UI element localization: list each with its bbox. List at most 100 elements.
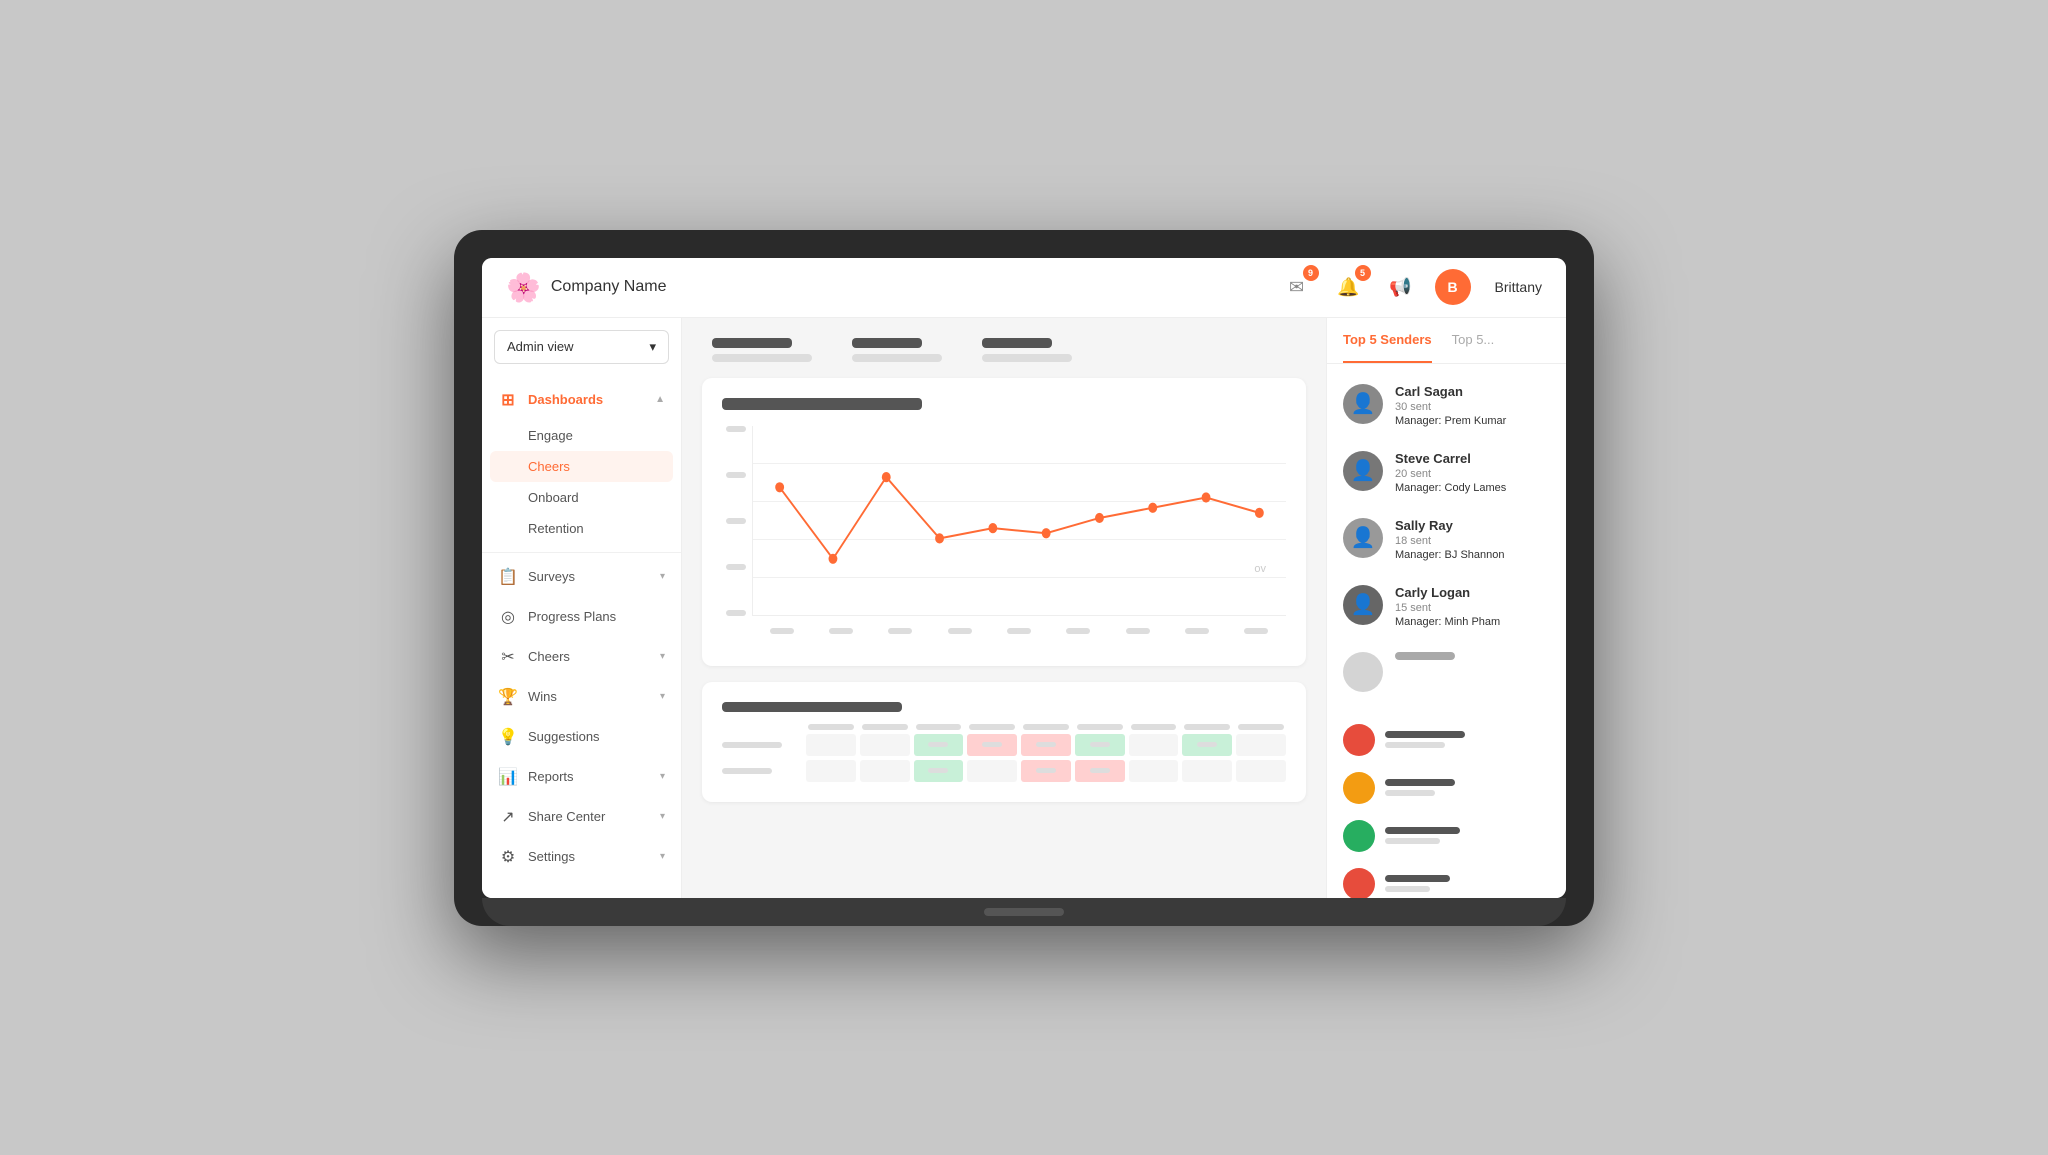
chevron-up-icon: ▲ bbox=[655, 394, 665, 405]
heatmap-col-h3 bbox=[916, 724, 962, 730]
tab-top5-other[interactable]: Top 5... bbox=[1452, 318, 1495, 363]
chevron-right-settings-icon: ▾ bbox=[660, 851, 665, 862]
heatmap-col-headers bbox=[722, 724, 1286, 730]
user-avatar[interactable]: B bbox=[1435, 269, 1471, 305]
b6-name-skel bbox=[1385, 779, 1455, 786]
manager-label-steve: Manager: bbox=[1395, 482, 1441, 494]
tab2-sub bbox=[852, 354, 942, 362]
bell-button[interactable]: 🔔 5 bbox=[1331, 269, 1367, 305]
sender-sent-carl: 30 sent bbox=[1395, 401, 1550, 413]
line-path bbox=[780, 477, 1260, 559]
sidebar-item-reports[interactable]: 📊 Reports ▾ bbox=[482, 757, 681, 797]
heatmap-row-2 bbox=[722, 760, 1286, 782]
dot-1 bbox=[775, 482, 784, 492]
chart-tab-2 bbox=[852, 338, 942, 362]
bottom-sender-7 bbox=[1327, 812, 1566, 860]
bottom-sender-8 bbox=[1327, 860, 1566, 898]
sidebar-sub-engage[interactable]: Engage bbox=[482, 420, 681, 451]
heatmap-r2c6 bbox=[1075, 760, 1125, 782]
x-label-3 bbox=[888, 628, 912, 634]
sidebar-item-progress-plans[interactable]: ◎ Progress Plans bbox=[482, 597, 681, 637]
chart-plot-area: ov bbox=[752, 426, 1286, 616]
sender-name-sally: Sally Ray bbox=[1395, 518, 1550, 533]
heatmap-r1c6 bbox=[1075, 734, 1125, 756]
manager-name-steve: Cody Lames bbox=[1445, 482, 1507, 494]
sender5-name-skel bbox=[1395, 652, 1455, 660]
sender-item-1: 👤 Carl Sagan 30 sent Manager: Prem Kumar bbox=[1327, 372, 1566, 439]
main-content: ov bbox=[682, 318, 1326, 898]
heatmap-r1c9 bbox=[1236, 734, 1286, 756]
bottom-avatar-5 bbox=[1343, 724, 1375, 756]
b7-sub-skel bbox=[1385, 838, 1440, 844]
sidebar-item-settings[interactable]: ⚙ Settings ▾ bbox=[482, 837, 681, 877]
chevron-right-icon: ▾ bbox=[660, 571, 665, 582]
sidebar-item-dashboards[interactable]: ⊞ Dashboards ▲ bbox=[482, 380, 681, 420]
sidebar-item-wins[interactable]: 🏆 Wins ▾ bbox=[482, 677, 681, 717]
chevron-right-reports-icon: ▾ bbox=[660, 771, 665, 782]
sidebar-sub-retention[interactable]: Retention bbox=[482, 513, 681, 544]
sidebar-item-surveys[interactable]: 📋 Surveys ▾ bbox=[482, 557, 681, 597]
sender-info-carly: Carly Logan 15 sent Manager: Minh Pham bbox=[1395, 585, 1550, 628]
sender-avatar-5 bbox=[1343, 652, 1383, 692]
heatmap-r2c1 bbox=[806, 760, 856, 782]
bottom-senders bbox=[1327, 712, 1566, 898]
right-panel: Top 5 Senders Top 5... 👤 Carl Sagan 30 s… bbox=[1326, 318, 1566, 898]
sender-manager-steve: Manager: Cody Lames bbox=[1395, 482, 1550, 494]
sidebar-sub-onboard[interactable]: Onboard bbox=[482, 482, 681, 513]
x-label-9 bbox=[1244, 628, 1268, 634]
dashboards-icon: ⊞ bbox=[498, 390, 518, 410]
bottom-text-5 bbox=[1385, 731, 1550, 748]
dot-3 bbox=[882, 471, 891, 481]
logo-icon: 🌸 bbox=[506, 271, 541, 304]
top5-tabs: Top 5 Senders Top 5... bbox=[1327, 318, 1566, 364]
heatmap-col-h1 bbox=[808, 724, 854, 730]
heatmap-r1c2 bbox=[860, 734, 910, 756]
x-label-6 bbox=[1066, 628, 1090, 634]
dot-6 bbox=[1042, 528, 1051, 538]
chevron-down-icon: ▾ bbox=[649, 339, 656, 355]
sidebar-item-suggestions[interactable]: 💡 Suggestions bbox=[482, 717, 681, 757]
manager-label-carly: Manager: bbox=[1395, 616, 1441, 628]
heatmap-r1c8 bbox=[1182, 734, 1232, 756]
company-name: Company Name bbox=[551, 278, 667, 296]
laptop-screen: 🌸 Company Name ✉ 9 🔔 5 📢 B Brittany bbox=[482, 258, 1566, 898]
heatmap-col-h4 bbox=[969, 724, 1015, 730]
tab-top5-senders[interactable]: Top 5 Senders bbox=[1343, 318, 1432, 363]
heatmap-r1c7 bbox=[1129, 734, 1179, 756]
tab2-title bbox=[852, 338, 922, 348]
dot-10 bbox=[1255, 507, 1264, 517]
x-label-1 bbox=[770, 628, 794, 634]
sender-manager-sally: Manager: BJ Shannon bbox=[1395, 549, 1550, 561]
reports-icon: 📊 bbox=[498, 767, 518, 787]
chart-tabs-top bbox=[702, 338, 1306, 362]
header-icons: ✉ 9 🔔 5 📢 B Brittany bbox=[1279, 269, 1542, 305]
line-chart-card: ov bbox=[702, 378, 1306, 666]
tab3-sub bbox=[982, 354, 1072, 362]
laptop-notch bbox=[984, 908, 1064, 916]
sidebar-item-cheers[interactable]: ✂ Cheers ▾ bbox=[482, 637, 681, 677]
heatmap-card bbox=[702, 682, 1306, 802]
sender-list: 👤 Carl Sagan 30 sent Manager: Prem Kumar… bbox=[1327, 364, 1566, 712]
sidebar-item-label-dashboards: Dashboards bbox=[528, 392, 645, 407]
dot-2 bbox=[829, 553, 838, 563]
sender-name-steve: Steve Carrel bbox=[1395, 451, 1550, 466]
admin-view-selector[interactable]: Admin view ▾ bbox=[494, 330, 669, 364]
x-label-5 bbox=[1007, 628, 1031, 634]
logo-area: 🌸 Company Name bbox=[506, 271, 666, 304]
sidebar-item-share-center[interactable]: ↗ Share Center ▾ bbox=[482, 797, 681, 837]
sidebar-sub-cheers[interactable]: Cheers bbox=[490, 451, 673, 482]
b5-sub-skel bbox=[1385, 742, 1445, 748]
mail-button[interactable]: ✉ 9 bbox=[1279, 269, 1315, 305]
sender-info-5 bbox=[1395, 652, 1550, 664]
sender-avatar-sally: 👤 bbox=[1343, 518, 1383, 558]
heatmap-r1c5 bbox=[1021, 734, 1071, 756]
sidebar-item-label-reports: Reports bbox=[528, 769, 650, 784]
sender-item-4: 👤 Carly Logan 15 sent Manager: Minh Pham bbox=[1327, 573, 1566, 640]
announce-button[interactable]: 📢 bbox=[1383, 269, 1419, 305]
sender-info-sally: Sally Ray 18 sent Manager: BJ Shannon bbox=[1395, 518, 1550, 561]
heatmap-r2c2 bbox=[860, 760, 910, 782]
line-chart-title bbox=[722, 398, 922, 410]
share-center-icon: ↗ bbox=[498, 807, 518, 827]
dot-7 bbox=[1095, 512, 1104, 522]
heatmap-col-h7 bbox=[1131, 724, 1177, 730]
